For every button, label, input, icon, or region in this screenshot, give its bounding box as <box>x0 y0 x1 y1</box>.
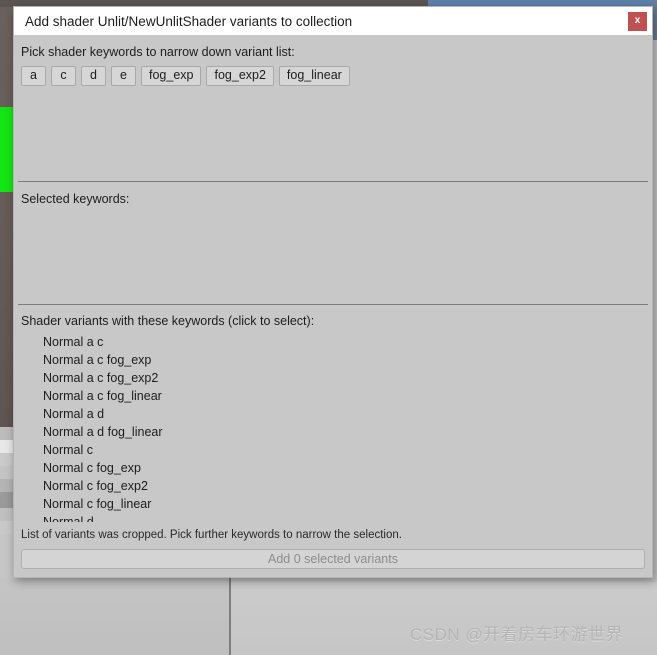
hierarchy-row <box>0 427 13 440</box>
hierarchy-row <box>0 479 13 492</box>
keyword-chip-d[interactable]: d <box>81 65 106 86</box>
selected-keyword-chip-row <box>14 206 652 213</box>
variant-list: Normal a c Normal a c fog_exp Normal a c f… <box>14 333 652 522</box>
csdn-watermark: CSDN @开着房车环游世界 <box>410 625 624 644</box>
variant-list-item[interactable]: Normal a d <box>14 405 652 423</box>
screen-root: CSDN @开着房车环游世界 Add shader Unlit/NewUnlit… <box>0 0 657 655</box>
variant-list-item[interactable]: Normal d <box>14 513 652 522</box>
variant-list-item[interactable]: Normal a c fog_exp2 <box>14 369 652 387</box>
hierarchy-row <box>0 440 13 453</box>
variants-section: Shader variants with these keywords (cli… <box>14 305 652 542</box>
keyword-chip-row: a c d e fog_exp fog_exp2 fog_linear <box>14 59 652 86</box>
scene-green-object <box>0 107 13 192</box>
keyword-chip-a[interactable]: a <box>21 65 46 86</box>
variant-list-item[interactable]: Normal c <box>14 441 652 459</box>
hierarchy-row <box>0 508 13 521</box>
close-icon[interactable]: x <box>628 11 647 31</box>
selected-keywords-label: Selected keywords: <box>21 192 130 207</box>
add-selected-variants-button[interactable]: Add 0 selected variants <box>21 549 645 570</box>
keyword-chip-fog_exp2[interactable]: fog_exp2 <box>206 65 274 86</box>
editor-right-edge <box>653 0 657 40</box>
add-shader-variants-dialog: Add shader Unlit/NewUnlitShader variants… <box>13 6 653 578</box>
keyword-chip-e[interactable]: e <box>111 65 136 86</box>
crop-note: List of variants was cropped. Pick furth… <box>21 529 402 542</box>
variants-label: Shader variants with these keywords (cli… <box>21 313 315 328</box>
dialog-title: Add shader Unlit/NewUnlitShader variants… <box>25 13 353 29</box>
dialog-body: Pick shader keywords to narrow down vari… <box>14 35 652 577</box>
hierarchy-row <box>0 466 13 479</box>
selected-keywords-section: Selected keywords: <box>14 182 652 303</box>
variant-list-item[interactable]: Normal a c fog_exp <box>14 351 652 369</box>
variant-list-item[interactable]: Normal a c fog_linear <box>14 387 652 405</box>
variant-list-item[interactable]: Normal a c <box>14 333 652 351</box>
keyword-picker-section: Pick shader keywords to narrow down vari… <box>14 35 652 181</box>
keyword-picker-label: Pick shader keywords to narrow down vari… <box>21 45 295 59</box>
keyword-chip-fog_exp[interactable]: fog_exp <box>141 65 202 86</box>
dialog-titlebar: Add shader Unlit/NewUnlitShader variants… <box>14 7 652 35</box>
hierarchy-row <box>0 521 13 534</box>
variant-list-item[interactable]: Normal a d fog_linear <box>14 423 652 441</box>
hierarchy-rows-sliver <box>0 427 13 537</box>
hierarchy-row <box>0 492 13 508</box>
keyword-chip-c[interactable]: c <box>51 65 76 86</box>
scene-view-sliver <box>0 7 13 427</box>
variant-list-item[interactable]: Normal c fog_exp2 <box>14 477 652 495</box>
variant-list-item[interactable]: Normal c fog_linear <box>14 495 652 513</box>
hierarchy-row <box>0 453 13 466</box>
keyword-chip-fog_linear[interactable]: fog_linear <box>278 65 350 86</box>
variant-list-item[interactable]: Normal c fog_exp <box>14 459 652 477</box>
dialog-footer: Add 0 selected variants <box>14 542 652 577</box>
project-panel-left <box>0 582 229 655</box>
